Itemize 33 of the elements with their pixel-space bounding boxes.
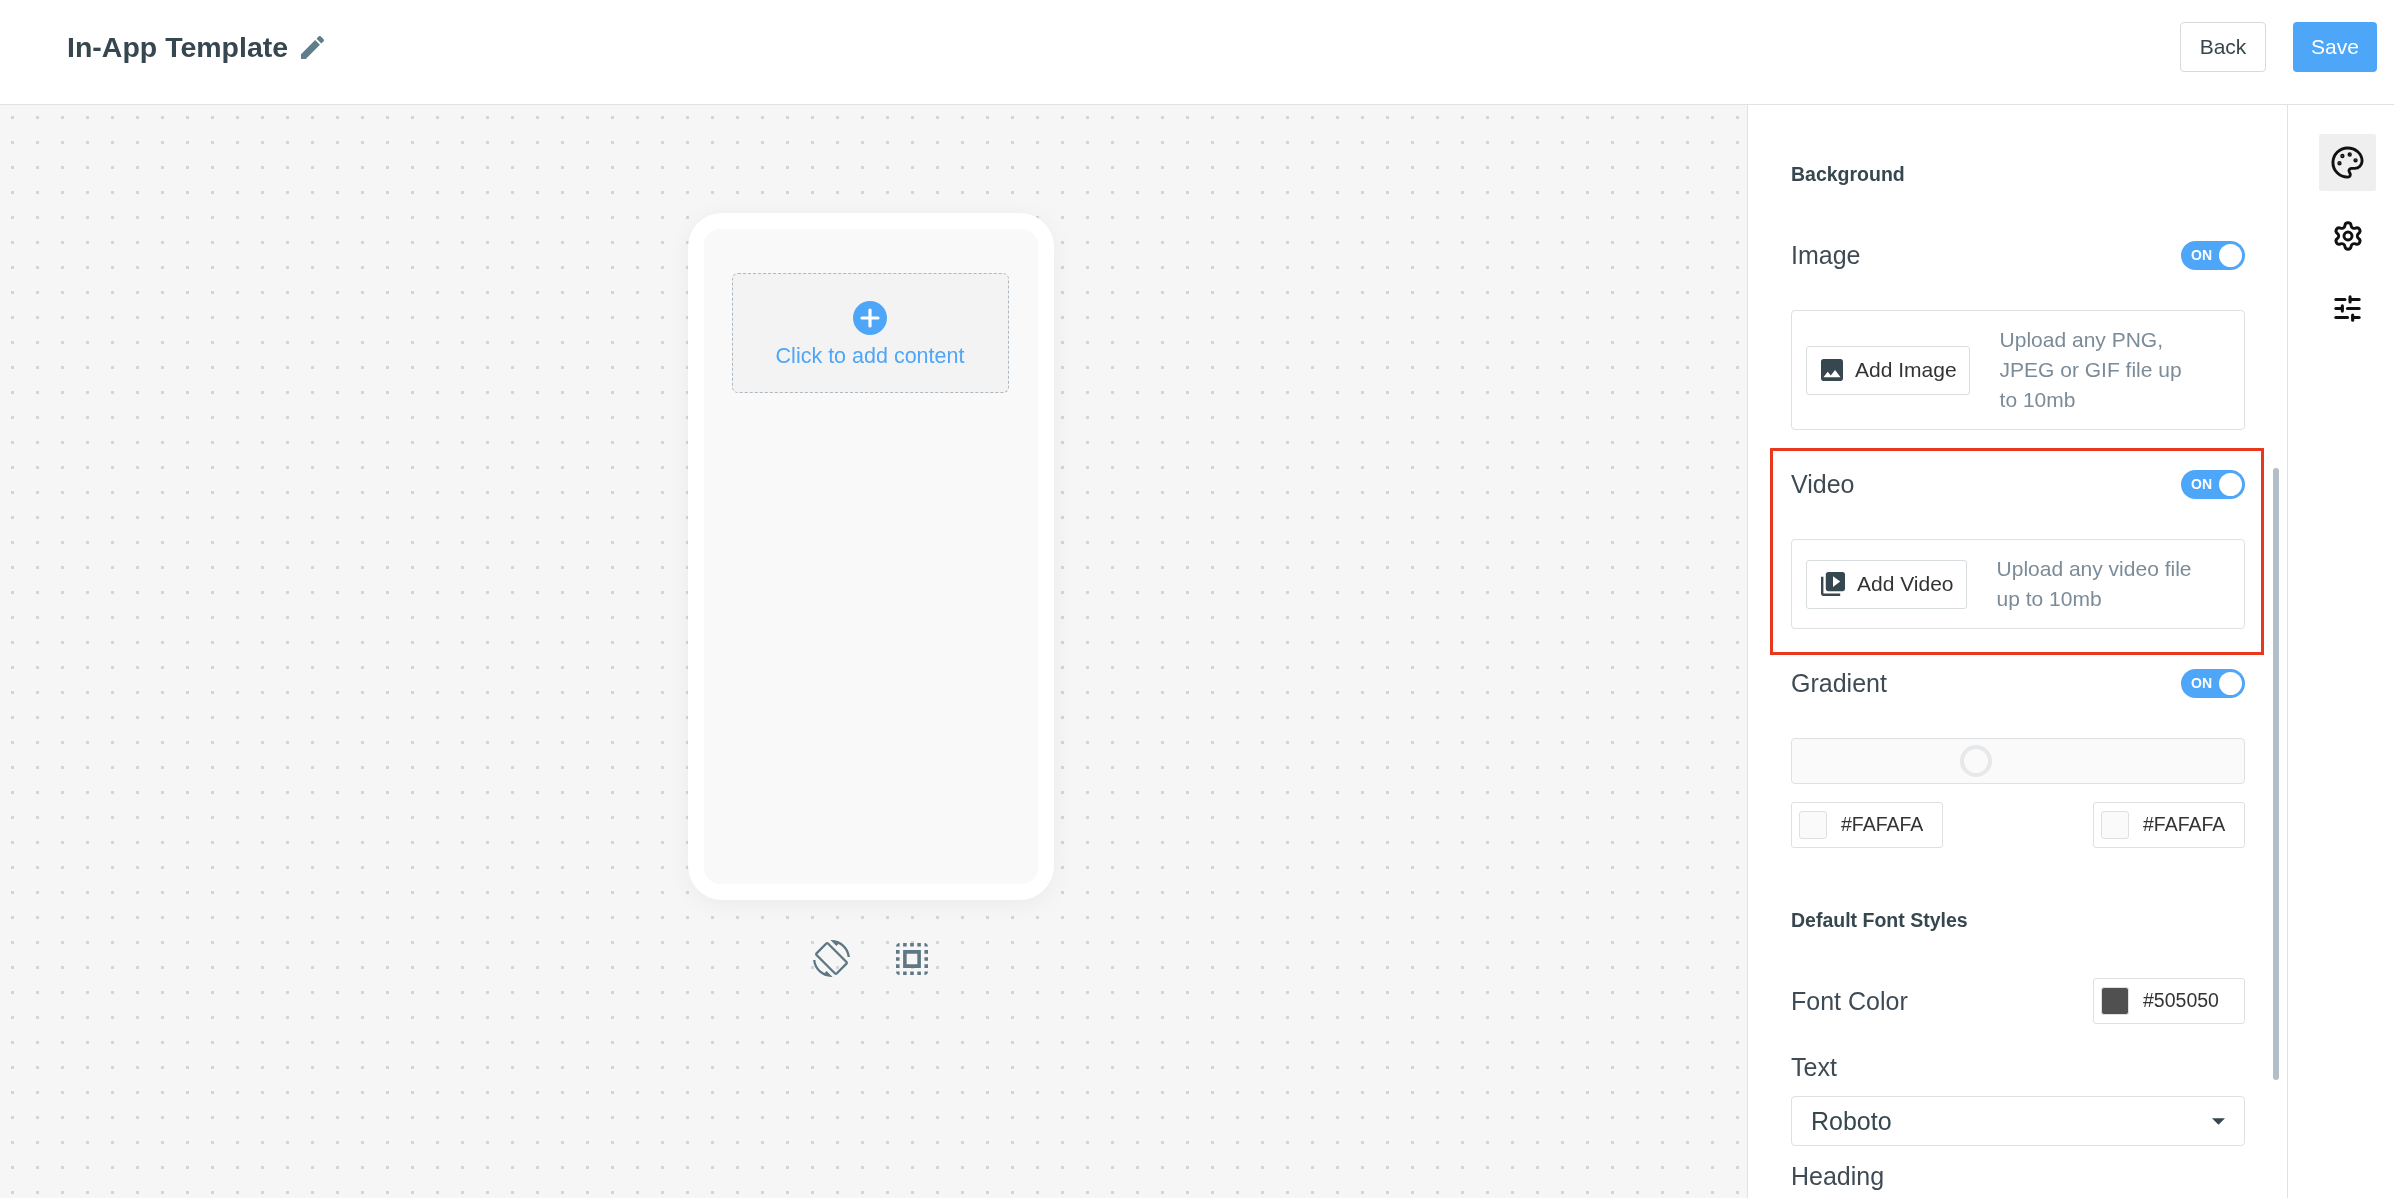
section-heading: Background <box>1791 162 1906 186</box>
upload-button[interactable]: Add Image <box>1806 345 1970 395</box>
setting-label: Text <box>1791 1052 1837 1083</box>
rotate-icon[interactable] <box>813 940 850 977</box>
setting-label: Font Color <box>1791 986 1908 1017</box>
upload-hint: Upload any PNG, JPEG or GIF file up to 10mb <box>1999 327 2183 413</box>
setting-label: Heading <box>1791 1164 1885 1189</box>
image-icon <box>1821 359 1843 381</box>
color-field[interactable]: #FAFAFA <box>1791 802 1943 848</box>
plus-circle-icon <box>853 301 887 335</box>
font-select[interactable]: Roboto <box>1791 1096 2245 1146</box>
scrollbar-thumb[interactable] <box>2273 468 2279 1080</box>
setting-label: Gradient <box>1791 668 1887 699</box>
caret-icon <box>2212 1117 2225 1125</box>
rail-tab[interactable] <box>2319 134 2376 191</box>
setting-label: Video <box>1791 469 1855 500</box>
toggle-knob-icon <box>2219 243 2242 267</box>
section-heading: Default Font Styles <box>1791 908 1969 932</box>
color-field[interactable]: #505050 <box>2093 978 2245 1024</box>
template-title: In-App Template <box>67 32 289 62</box>
back-button[interactable]: Back <box>2180 22 2266 72</box>
upload-button[interactable]: Add Video <box>1806 559 1967 609</box>
sliders-icon <box>2332 293 2363 324</box>
upload-hint: Upload any video file up to 10mb <box>1996 556 2193 612</box>
setting-label: Image <box>1791 240 1861 271</box>
video-library-icon <box>1821 572 1845 596</box>
palette-icon <box>2330 145 2365 180</box>
toggle-knob-icon <box>2219 671 2242 695</box>
pencil-icon[interactable] <box>301 35 325 59</box>
color-field[interactable]: #FAFAFA <box>2093 802 2245 848</box>
gradient-slider[interactable] <box>1791 738 2245 784</box>
toggle-knob-icon <box>2219 472 2242 496</box>
settings-icon <box>2331 219 2364 252</box>
